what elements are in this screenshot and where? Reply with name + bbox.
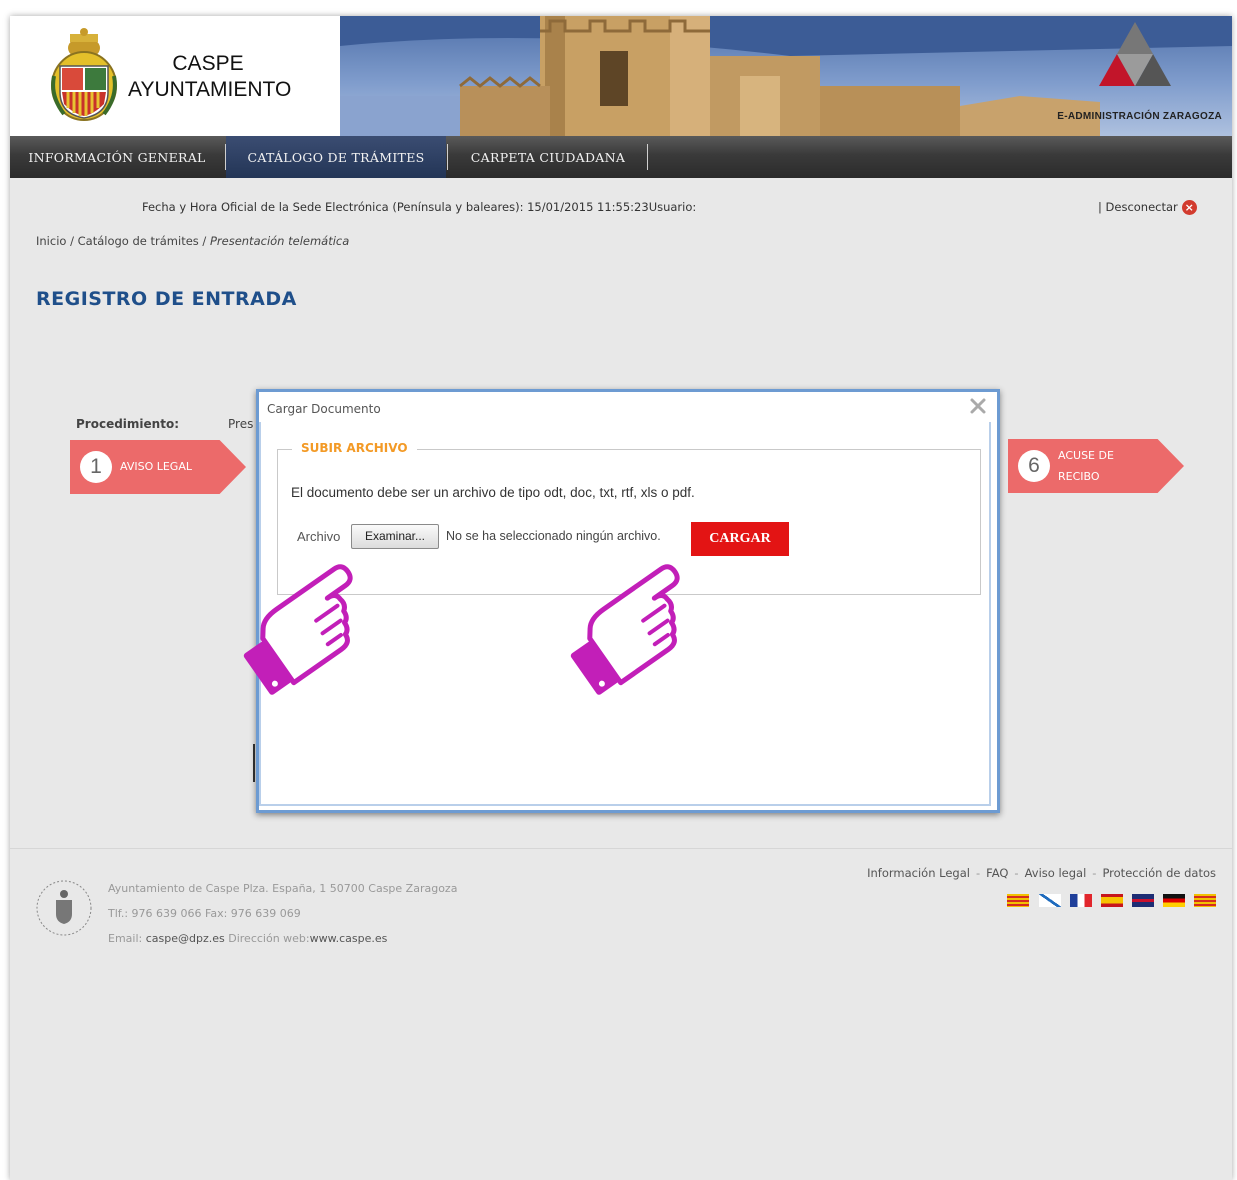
footer-web-link[interactable]: www.caspe.es xyxy=(310,932,388,945)
footer-contact-info: Ayuntamiento de Caspe Plza. España, 1 50… xyxy=(108,876,457,951)
town-name: CASPE AYUNTAMIENTO xyxy=(128,51,292,103)
flag-catalonia-icon[interactable] xyxy=(1194,894,1216,907)
flag-france-icon[interactable] xyxy=(1069,894,1092,907)
flag-galicia-icon[interactable] xyxy=(1038,894,1061,907)
breadcrumb-separator: / xyxy=(66,234,78,248)
nav-separator xyxy=(647,144,648,170)
breadcrumb: Inicio / Catálogo de trámites / Presenta… xyxy=(36,234,349,248)
official-datetime: Fecha y Hora Oficial de la Sede Electrón… xyxy=(142,200,697,214)
language-flags xyxy=(1003,894,1216,908)
site-header: CASPE AYUNTAMIENTO E-ADMINISTRACIÓN ZARA… xyxy=(10,16,1232,136)
file-type-help: El documento debe ser un archivo de tipo… xyxy=(291,485,695,500)
header-banner: E-ADMINISTRACIÓN ZARAGOZA xyxy=(340,16,1232,136)
footer-link-sep: - xyxy=(1092,866,1097,880)
seal-icon xyxy=(36,880,92,936)
breadcrumb-current: Presentación telemática xyxy=(209,234,350,248)
no-file-selected-text: No se ha seleccionado ningún archivo. xyxy=(446,529,661,543)
upload-button[interactable]: CARGAR xyxy=(691,522,789,556)
procedure-value: Pres xyxy=(228,417,254,431)
town-name-line2: AYUNTAMIENTO xyxy=(128,78,292,101)
footer-email-prefix: Email: xyxy=(108,932,146,945)
logo-area[interactable]: CASPE AYUNTAMIENTO xyxy=(10,16,340,136)
town-name-line1: CASPE xyxy=(172,52,244,75)
step-number: 6 xyxy=(1018,450,1050,482)
flag-uk-icon[interactable] xyxy=(1131,894,1154,907)
step-number: 1 xyxy=(80,451,112,483)
crest-icon xyxy=(51,28,117,121)
step-label-line1: ACUSE DE xyxy=(1058,449,1114,462)
dialog-title: Cargar Documento xyxy=(267,402,381,416)
background-divider xyxy=(253,744,255,782)
flag-germany-icon[interactable] xyxy=(1162,894,1185,907)
nav-carpeta-ciudadana[interactable]: CARPETA CIUDADANA xyxy=(448,136,648,178)
breadcrumb-home[interactable]: Inicio xyxy=(36,234,66,248)
step-label-line2: RECIBO xyxy=(1058,470,1100,483)
flag-aragon-icon[interactable] xyxy=(1007,894,1030,907)
breadcrumb-catalog[interactable]: Catálogo de trámites xyxy=(78,234,199,248)
page-title: REGISTRO DE ENTRADA xyxy=(36,288,297,310)
main-nav: INFORMACIÓN GENERAL CATÁLOGO DE TRÁMITES… xyxy=(10,136,1232,178)
footer-link-proteccion-datos[interactable]: Protección de datos xyxy=(1102,866,1216,880)
procedure-label: Procedimiento: xyxy=(76,417,179,431)
fieldset-legend: SUBIR ARCHIVO xyxy=(292,441,417,455)
step-label: AVISO LEGAL xyxy=(120,460,192,473)
footer-link-faq[interactable]: FAQ xyxy=(986,866,1008,880)
disconnect-link[interactable]: | Desconectar × xyxy=(1098,200,1197,215)
footer-email-web: Email: caspe@dpz.es Dirección web:www.ca… xyxy=(108,926,457,951)
footer-email-link[interactable]: caspe@dpz.es xyxy=(146,932,225,945)
flag-spain-icon[interactable] xyxy=(1100,894,1123,907)
nav-catalogo-tramites[interactable]: CATÁLOGO DE TRÁMITES xyxy=(226,136,446,178)
footer-link-sep: - xyxy=(975,866,981,880)
disconnect-label: | Desconectar xyxy=(1098,200,1178,214)
eadmin-label: E-ADMINISTRACIÓN ZARAGOZA xyxy=(1057,111,1222,122)
footer-divider xyxy=(10,848,1232,849)
pointing-hand-icon xyxy=(243,564,353,695)
eadmin-logo-icon xyxy=(1099,22,1171,86)
step-1-aviso-legal[interactable]: 1 AVISO LEGAL xyxy=(70,440,246,494)
browser-page: CASPE AYUNTAMIENTO E-ADMINISTRACIÓN ZARA… xyxy=(10,16,1232,1180)
file-label: Archivo xyxy=(297,529,341,544)
browse-button[interactable]: Examinar... xyxy=(351,524,439,549)
footer-link-aviso-legal[interactable]: Aviso legal xyxy=(1025,866,1087,880)
footer-link-sep: - xyxy=(1014,866,1019,880)
step-6-acuse-recibo[interactable]: 6 ACUSE DE RECIBO xyxy=(1008,439,1184,493)
footer-link-informacion-legal[interactable]: Información Legal xyxy=(867,866,970,880)
footer-phone-fax: Tlf.: 976 639 066 Fax: 976 639 069 xyxy=(108,907,301,920)
nav-informacion-general[interactable]: INFORMACIÓN GENERAL xyxy=(10,136,224,178)
disconnect-icon: × xyxy=(1181,200,1197,215)
footer-address: Ayuntamiento de Caspe Plza. España, 1 50… xyxy=(108,882,458,895)
pointing-hand-icon xyxy=(570,564,680,695)
footer-web-prefix: Dirección web: xyxy=(224,932,310,945)
close-icon[interactable] xyxy=(967,395,989,417)
breadcrumb-separator: / xyxy=(198,234,210,248)
footer-links: Información Legal - FAQ - Aviso legal - Protec… xyxy=(867,866,1216,880)
